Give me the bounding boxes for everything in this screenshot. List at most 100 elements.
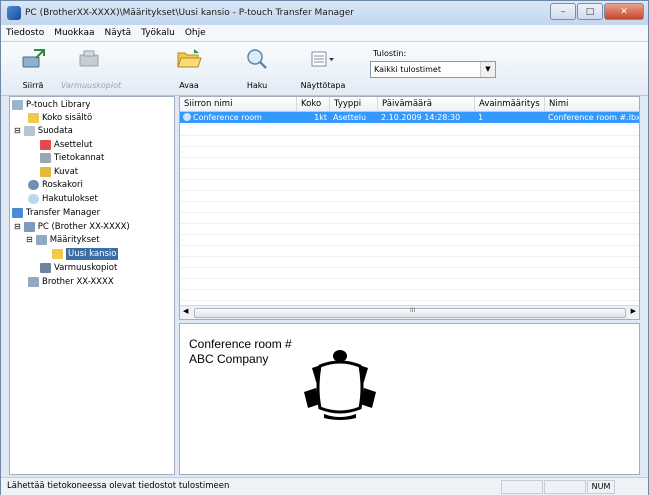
tree-item-pc[interactable]: ⊟ PC (Brother XX-XXXX): [14, 221, 130, 233]
tree-item-all[interactable]: Koko sisältö: [28, 112, 92, 124]
collapse-icon[interactable]: ⊟: [14, 125, 21, 137]
tree-item-brother[interactable]: Brother XX-XXXX: [28, 276, 114, 288]
preview-line-1: Conference room #: [189, 337, 292, 351]
scroll-right-icon[interactable]: ▶: [631, 307, 636, 315]
status-num-lock: NUM: [587, 480, 615, 494]
column-header-size[interactable]: Koko: [297, 97, 330, 111]
table-header: Siirron nimi Koko Tyyppi Päivämäärä Avai…: [180, 97, 639, 112]
column-header-type[interactable]: Tyyppi: [330, 97, 378, 111]
cell-transfer-name: Conference room: [180, 112, 297, 123]
tree-item-trash[interactable]: Roskakori: [28, 179, 83, 191]
grid-line: [180, 179, 639, 180]
search-icon: [247, 49, 267, 69]
database-icon: [40, 153, 51, 163]
close-button[interactable]: ✕: [604, 3, 644, 20]
scrollbar-thumb[interactable]: III: [194, 307, 626, 318]
table-row[interactable]: Conference room 1kt Asettelu 2.10.2009 1…: [180, 112, 639, 123]
grid-line: [180, 223, 639, 224]
conference-room-icon: [304, 350, 376, 420]
folder-icon: [52, 249, 63, 259]
printer-icon: [28, 277, 39, 287]
image-icon: [40, 167, 51, 177]
column-header-name[interactable]: Nimi: [545, 97, 639, 111]
view-mode-button[interactable]: Näyttötapa: [293, 46, 353, 92]
search-results-icon: [28, 194, 39, 204]
column-header-transfer-name[interactable]: Siirron nimi: [180, 97, 297, 111]
folder-tree: P-touch Library Koko sisältö ⊟ Suodata A…: [9, 96, 175, 475]
trash-icon: [28, 180, 39, 190]
menu-edit[interactable]: Muokkaa: [49, 28, 99, 38]
search-label: Haku: [246, 81, 268, 90]
grid-line: [180, 168, 639, 169]
grid-line: [180, 278, 639, 279]
status-cell: [501, 480, 543, 494]
horizontal-scrollbar[interactable]: ◀ III ▶: [180, 305, 639, 319]
backup-button[interactable]: Varmuuskopiot: [61, 46, 121, 92]
preview-line-2: ABC Company: [189, 352, 269, 366]
tree-item-search-results[interactable]: Hakutulokset: [28, 193, 98, 205]
column-header-key[interactable]: Avainmääritys: [475, 97, 545, 111]
search-button[interactable]: Haku: [229, 46, 285, 92]
tree-item-layouts[interactable]: Asettelut: [40, 139, 92, 151]
transfer-manager-icon: [12, 208, 23, 218]
transfer-label: Siirrä: [22, 81, 44, 90]
maximize-button[interactable]: □: [577, 3, 603, 20]
collapse-icon[interactable]: ⊟: [14, 221, 21, 233]
title-bar[interactable]: PC (BrotherXX-XXXX)\Määritykset\Uusi kan…: [1, 1, 648, 25]
cell-name: Conference room #.lbx: [548, 113, 640, 122]
printer-value: Kaikki tulostimet: [374, 65, 441, 74]
layout-icon: [40, 140, 51, 150]
menu-view[interactable]: Näytä: [99, 28, 136, 38]
status-bar: Lähettää tietokoneessa olevat tiedostot …: [1, 477, 648, 495]
config-icon: [35, 235, 47, 245]
transfer-table: Siirron nimi Koko Tyyppi Päivämäärä Avai…: [179, 96, 640, 320]
collapse-icon[interactable]: ⊟: [26, 234, 33, 246]
transfer-button[interactable]: Siirrä: [5, 46, 61, 92]
menu-tools[interactable]: Työkalu: [136, 28, 180, 38]
grid-line: [180, 124, 639, 125]
grid-line: [180, 212, 639, 213]
filter-icon: [23, 126, 35, 136]
folder-open-icon: [177, 49, 202, 68]
cell-type: Asettelu: [333, 113, 367, 122]
grid-line: [180, 234, 639, 235]
chevron-down-icon[interactable]: ▼: [480, 62, 495, 77]
column-header-date[interactable]: Päivämäärä: [378, 97, 475, 111]
computer-icon: [23, 222, 35, 232]
tree-item-backups[interactable]: Varmuuskopiot: [40, 262, 117, 274]
grid-line: [180, 190, 639, 191]
grid-line: [180, 146, 639, 147]
grid-line: [180, 256, 639, 257]
cell-size: 1kt: [314, 113, 327, 122]
tree-item-library[interactable]: P-touch Library: [12, 99, 90, 111]
printer-select[interactable]: Kaikki tulostimet ▼: [370, 61, 496, 78]
printer-label: Tulostin:: [373, 49, 407, 58]
backup-icon: [79, 50, 99, 67]
scroll-left-icon[interactable]: ◀: [183, 307, 188, 315]
app-window: PC (BrotherXX-XXXX)\Määritykset\Uusi kan…: [0, 0, 649, 495]
status-text: Lähettää tietokoneessa olevat tiedostot …: [7, 481, 230, 491]
tree-item-transfer-manager[interactable]: Transfer Manager: [12, 207, 100, 219]
menu-file[interactable]: Tiedosto: [1, 28, 49, 38]
open-button[interactable]: Avaa: [161, 46, 217, 92]
tree-item-filter[interactable]: ⊟ Suodata: [14, 125, 73, 137]
tree-item-new-folder[interactable]: Uusi kansio: [52, 248, 119, 260]
folder-icon: [28, 113, 39, 123]
window-title: PC (BrotherXX-XXXX)\Määritykset\Uusi kan…: [25, 8, 354, 18]
menu-bar: Tiedosto Muokkaa Näytä Työkalu Ohje: [1, 25, 648, 42]
minimize-button[interactable]: –: [550, 3, 576, 20]
grid-line: [180, 267, 639, 268]
tree-item-images[interactable]: Kuvat: [40, 166, 78, 178]
backup-folder-icon: [40, 263, 51, 273]
open-label: Avaa: [179, 81, 199, 90]
app-icon: [7, 6, 21, 20]
menu-help[interactable]: Ohje: [180, 28, 211, 38]
tree-item-databases[interactable]: Tietokannat: [40, 152, 104, 164]
cell-date: 2.10.2009 14:28:30: [381, 113, 461, 122]
grid-line: [180, 201, 639, 202]
tree-item-configs[interactable]: ⊟ Määritykset: [26, 234, 100, 246]
view-mode-label: Näyttötapa: [300, 81, 346, 90]
grid-line: [180, 135, 639, 136]
layout-file-icon: [183, 113, 191, 121]
view-mode-icon: [311, 51, 334, 67]
